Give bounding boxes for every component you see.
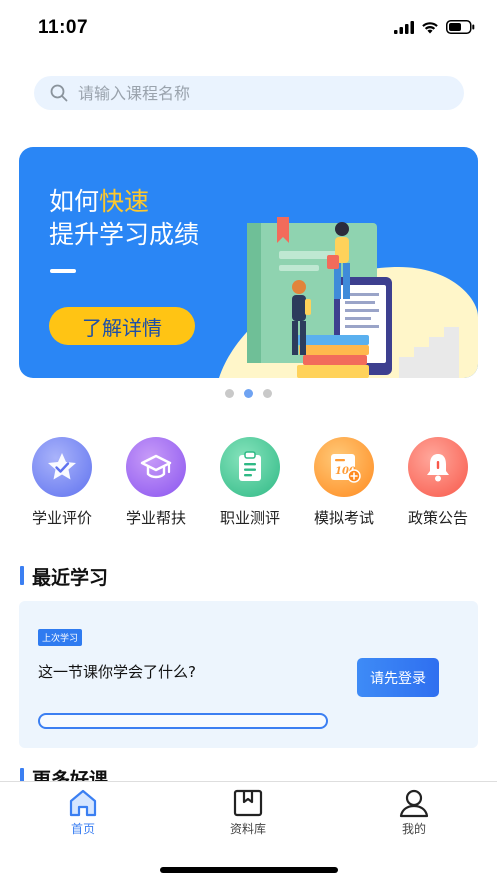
tab-mine[interactable]: 我的 [369, 788, 459, 837]
promo-banner[interactable]: 如何快速 提升学习成绩 了解详情 [19, 147, 478, 378]
banner-title: 如何快速 提升学习成绩 [49, 185, 199, 251]
quick-menu-career-assessment[interactable]: 职业测评 [204, 437, 296, 528]
quick-menu-label: 学业帮扶 [125, 509, 186, 527]
quick-menu-label: 政策公告 [407, 509, 468, 527]
star-badge-icon [32, 437, 92, 497]
recent-learning-heading: 最近学习 [20, 563, 108, 590]
status-bar: 11:07 [0, 0, 497, 60]
quick-menu-mock-exam[interactable]: 100 模拟考试 [298, 437, 390, 528]
status-icons [394, 20, 475, 34]
graduation-cap-icon [126, 437, 186, 497]
status-time: 11:07 [38, 17, 89, 38]
quick-menu: 学业评价 学业帮扶 职业测评 100 模拟考试 政策公告 [16, 437, 484, 528]
wifi-icon [422, 21, 438, 33]
banner-illustration [219, 217, 478, 378]
learning-progress-bar [38, 713, 328, 729]
banner-title-prefix: 如何 [49, 187, 100, 216]
carousel-dot-active[interactable] [244, 389, 253, 398]
banner-title-line2: 提升学习成绩 [49, 220, 200, 249]
home-indicator [160, 867, 338, 873]
learn-more-button[interactable]: 了解详情 [49, 307, 195, 345]
carousel-dot[interactable] [225, 389, 234, 398]
quick-menu-label: 模拟考试 [313, 509, 374, 527]
banner-title-highlight: 快速 [99, 187, 150, 216]
exam-score-icon: 100 [314, 437, 374, 497]
quick-menu-academic-support[interactable]: 学业帮扶 [110, 437, 202, 528]
quick-menu-label: 学业评价 [31, 509, 92, 527]
carousel-dots [0, 389, 497, 398]
home-icon [69, 789, 97, 817]
carousel-dot[interactable] [263, 389, 272, 398]
user-icon [399, 789, 429, 818]
login-first-button[interactable]: 请先登录 [357, 658, 439, 697]
tab-home[interactable]: 首页 [38, 788, 128, 837]
bookmark-book-icon [233, 789, 263, 817]
recent-question: 这一节课你学会了什么? [38, 663, 196, 681]
recent-learning-card[interactable]: 上次学习 这一节课你学会了什么? 请先登录 [19, 601, 478, 748]
signal-icon [394, 20, 414, 34]
search-bar[interactable] [34, 76, 464, 110]
last-studied-tag: 上次学习 [38, 629, 83, 646]
quick-menu-label: 职业测评 [219, 509, 280, 527]
tab-library-label: 资料库 [229, 822, 266, 836]
clipboard-icon [220, 437, 280, 497]
quick-menu-academic-evaluation[interactable]: 学业评价 [16, 437, 108, 528]
quick-menu-policy-notice[interactable]: 政策公告 [392, 437, 484, 528]
bell-icon [408, 437, 468, 497]
tab-mine-label: 我的 [401, 822, 426, 836]
battery-icon [446, 20, 475, 34]
banner-divider [50, 269, 76, 273]
tab-home-label: 首页 [70, 822, 95, 836]
search-input[interactable] [78, 83, 438, 103]
tab-library[interactable]: 资料库 [203, 788, 293, 837]
search-icon [50, 84, 68, 102]
